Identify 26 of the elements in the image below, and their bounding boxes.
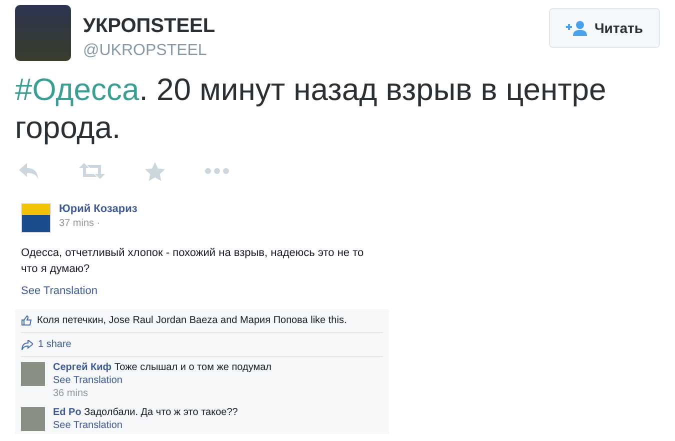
add-person-icon <box>566 20 588 36</box>
avatar-image <box>15 5 71 61</box>
tweet-text: #Одесса. 20 минут назад взрыв в центре города. <box>15 71 608 147</box>
commenter-photo <box>21 407 45 431</box>
author-handle: @UKROPSTEEL <box>83 42 208 60</box>
commenter-photo <box>21 362 45 386</box>
retweet-icon[interactable] <box>79 163 105 179</box>
post-time: 37 mins · <box>59 218 102 229</box>
see-translation-link[interactable]: See Translation <box>21 285 98 297</box>
share-arrow-icon <box>21 340 33 350</box>
see-translation-link[interactable]: See Translation <box>53 420 238 431</box>
page-logo <box>21 203 51 233</box>
likes-text: Коля петечкин, Jose Raul Jordan Baeza and Мария Попова like this. <box>37 315 347 326</box>
shares-link[interactable]: 1 share <box>38 339 72 350</box>
thumbs-up-icon <box>21 315 32 326</box>
star-icon[interactable] <box>145 162 165 180</box>
follow-button[interactable]: Читать <box>549 8 660 48</box>
comment-time: 36 mins <box>53 388 90 399</box>
comment-text: Ed Po Задолбали. Да что ж это такое?? <box>53 407 238 418</box>
author-name: УКРОПSTEEL <box>83 15 216 38</box>
post-text: Одесса, отчетливый хлопок - похожий на взрыв, надеюсь это не то что я думаю? <box>21 246 365 277</box>
comment-text: Сергей Киф Тоже слышал и о том же подумал <box>53 362 272 373</box>
see-translation-link[interactable]: See Translation <box>53 375 272 386</box>
post-author[interactable]: Юрий Козариз <box>59 203 138 215</box>
more-icon[interactable] <box>205 168 229 174</box>
reply-icon[interactable] <box>19 163 39 179</box>
